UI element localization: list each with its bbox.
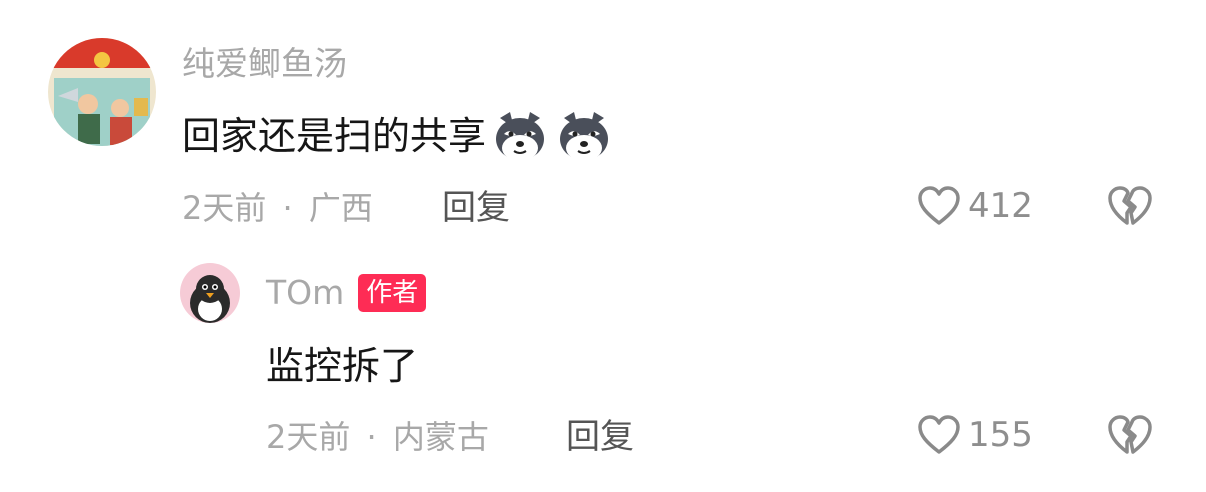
like-button[interactable]: 155 — [916, 412, 1033, 458]
comment-location: 广西 — [308, 189, 373, 227]
broken-heart-icon — [1108, 415, 1152, 454]
broken-heart-icon — [1108, 186, 1152, 225]
reply-item: TOm 作者 监控拆了 2天前 · 内蒙古 回复 155 — [0, 245, 1206, 492]
author-badge: 作者 — [358, 274, 427, 312]
comment-meta: 2天前 · 内蒙古 — [266, 417, 489, 457]
husky-emoji-icon — [496, 112, 545, 161]
comment-text-body: 回家还是扫的共享 — [182, 114, 487, 158]
comment-text: 回家还是扫的共享 — [182, 106, 614, 166]
like-count: 155 — [968, 415, 1033, 455]
meta-separator: · — [282, 189, 293, 227]
comment-time: 2天前 — [266, 418, 351, 456]
reply-username-row: TOm 作者 — [266, 273, 427, 313]
comment-username[interactable]: 纯爱鲫鱼汤 — [182, 44, 347, 84]
dislike-button[interactable] — [1106, 183, 1154, 233]
comment-text-body: 监控拆了 — [266, 344, 419, 388]
like-button[interactable]: 412 — [916, 183, 1033, 229]
meta-separator: · — [366, 418, 377, 456]
heart-outline-icon — [918, 186, 960, 225]
husky-emoji-icon — [560, 112, 609, 161]
comment-username[interactable]: TOm — [266, 273, 344, 313]
comment-text: 监控拆了 — [266, 343, 418, 389]
like-count: 412 — [968, 186, 1033, 226]
comment-location: 内蒙古 — [392, 418, 489, 456]
avatar[interactable] — [48, 38, 156, 146]
comment-time: 2天前 — [182, 189, 267, 227]
comment-item: 纯爱鲫鱼汤 回家还是扫的共享 2天前 · 广西 回复 412 — [0, 0, 1206, 245]
reply-button[interactable]: 回复 — [566, 417, 634, 457]
avatar[interactable] — [180, 263, 240, 323]
reply-button[interactable]: 回复 — [442, 188, 510, 228]
dislike-button[interactable] — [1106, 412, 1154, 462]
heart-outline-icon — [918, 415, 960, 454]
comment-meta: 2天前 · 广西 — [182, 188, 373, 228]
